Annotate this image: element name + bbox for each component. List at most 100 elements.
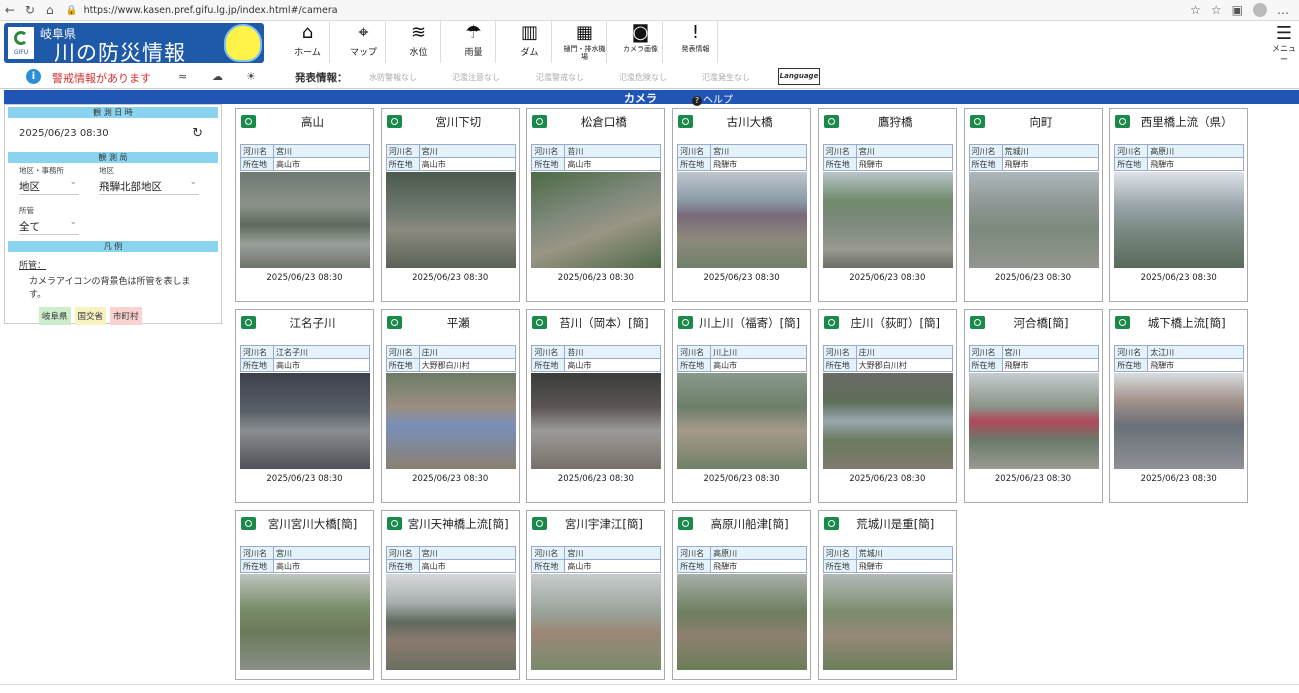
- status-flood-danger: 氾濫危険なし: [619, 73, 667, 82]
- camera-timestamp: 2025/06/23 08:30: [1140, 474, 1217, 484]
- camera-card[interactable]: 平瀬 河川名 庄川 所在地 大野郡白川村 2025/06/23 08:30: [380, 309, 520, 503]
- camera-card[interactable]: 城下橋上流[簡] 河川名 太江川 所在地 飛騨市 2025/06/23 08:30: [1109, 309, 1249, 503]
- nav-water-level[interactable]: ≋ 水位: [397, 21, 441, 63]
- location-label: 所在地: [968, 358, 1003, 372]
- camera-image[interactable]: [968, 172, 1099, 268]
- river-label: 河川名: [240, 546, 274, 560]
- camera-info-table: 河川名 宮川 所在地 飛騨市: [677, 144, 808, 171]
- camera-name: 平瀬: [446, 316, 470, 330]
- area-office-label: 地区・事務所: [19, 166, 64, 175]
- camera-image[interactable]: [677, 373, 808, 469]
- menu-button[interactable]: ☰ メニュー: [1269, 25, 1299, 65]
- camera-image[interactable]: [677, 172, 808, 268]
- refresh-icon[interactable]: ↻: [192, 126, 203, 141]
- camera-card[interactable]: 宮川天神橋上流[簡] 河川名 宮川 所在地 高山市: [380, 510, 520, 680]
- camera-image[interactable]: [385, 172, 516, 268]
- camera-card[interactable]: 河合橋[簡] 河川名 宮川 所在地 飛騨市 2025/06/23 08:30: [963, 309, 1103, 503]
- location-label: 所在地: [822, 358, 857, 372]
- gifu-emblem: GIFU: [8, 27, 34, 59]
- camera-info-table: 河川名 宮川 所在地 高山市: [240, 546, 370, 573]
- jurisdiction-select[interactable]: 全て: [19, 217, 79, 235]
- back-icon[interactable]: ←: [0, 3, 20, 17]
- language-button[interactable]: Language: [778, 68, 820, 85]
- camera-card[interactable]: 鷹狩橋 河川名 宮川 所在地 飛騨市 2025/06/23 08:30: [817, 108, 957, 302]
- river-label: 河川名: [968, 345, 1003, 359]
- nav-announcement[interactable]: ! 発表情報: [674, 21, 718, 63]
- home-browser-icon[interactable]: ⌂: [40, 3, 60, 17]
- camera-info-table: 河川名 苔川 所在地 高山市: [531, 144, 662, 171]
- camera-card[interactable]: 庄川（荻町）[簡] 河川名 庄川 所在地 大野郡白川村 2025/06/23 08:…: [817, 309, 957, 503]
- nav-rain[interactable]: ☂ 雨量: [452, 21, 496, 63]
- area-office-select[interactable]: 地区: [19, 177, 79, 195]
- help-icon: ?: [692, 96, 702, 106]
- legend-item-pref: 岐阜県: [39, 307, 71, 325]
- camera-image[interactable]: [822, 172, 953, 268]
- camera-image[interactable]: [1114, 172, 1245, 268]
- alert-text[interactable]: 警戒情報があります: [52, 70, 151, 86]
- camera-image[interactable]: [240, 373, 370, 469]
- site-logo[interactable]: GIFU 岐阜県 川の防災情報: [4, 23, 264, 63]
- camera-image[interactable]: [240, 172, 370, 268]
- cloud-icon[interactable]: ☁: [212, 70, 223, 83]
- nav-camera[interactable]: ◙ カメラ画像: [619, 21, 663, 63]
- camera-image[interactable]: [240, 574, 370, 670]
- section-bar: カメラ ? ヘルプ: [4, 90, 1299, 106]
- camera-card[interactable]: 苔川（岡本）[簡] 河川名 苔川 所在地 高山市 2025/06/23 08:30: [526, 309, 666, 503]
- camera-image[interactable]: [385, 574, 516, 670]
- district-select[interactable]: 飛騨北部地区: [99, 177, 199, 195]
- camera-card[interactable]: 西里橋上流（県） 河川名 高原川 所在地 飛騨市 2025/06/23 08:30: [1109, 108, 1249, 302]
- location-value: 高山市: [564, 559, 662, 573]
- camera-card[interactable]: 宮川宇津江[簡] 河川名 宮川 所在地 高山市: [526, 510, 666, 680]
- camera-card[interactable]: 松倉口橋 河川名 苔川 所在地 高山市 2025/06/23 08:30: [526, 108, 666, 302]
- camera-card[interactable]: 川上川（福寄）[簡] 河川名 川上川 所在地 高山市 2025/06/23 08:3…: [672, 309, 812, 503]
- more-icon[interactable]: …: [1277, 3, 1289, 17]
- nav-sluice[interactable]: ▦ 樋門・排水機場: [563, 21, 607, 63]
- camera-image[interactable]: [531, 172, 662, 268]
- camera-card[interactable]: 高山 河川名 宮川 所在地 高山市 2025/06/23 08:30: [235, 108, 374, 302]
- nav-dam[interactable]: ▥ ダム: [508, 21, 552, 63]
- camera-card[interactable]: 江名子川 河川名 江名子川 所在地 高山市 2025/06/23 08:30: [235, 309, 374, 503]
- legend-link[interactable]: 所管：: [5, 254, 221, 271]
- nav-home[interactable]: ⌂ ホーム: [286, 21, 330, 63]
- camera-card[interactable]: 宮川下切 河川名 宮川 所在地 高山市 2025/06/23 08:30: [380, 108, 520, 302]
- camera-image[interactable]: [1114, 373, 1245, 469]
- river-label: 河川名: [1114, 144, 1149, 158]
- favorites-icon[interactable]: ☆: [1211, 3, 1222, 17]
- location-value: 高山市: [273, 358, 370, 372]
- camera-icon: [241, 316, 256, 329]
- river-value: 庄川: [418, 345, 516, 359]
- river-label: 河川名: [531, 144, 566, 158]
- camera-image[interactable]: [677, 574, 808, 670]
- location-label: 所在地: [385, 358, 420, 372]
- camera-card[interactable]: 古川大橋 河川名 宮川 所在地 飛騨市 2025/06/23 08:30: [672, 108, 812, 302]
- camera-card-title: 松倉口橋: [527, 109, 664, 135]
- camera-info-table: 河川名 宮川 所在地 高山市: [385, 144, 516, 171]
- camera-name: 松倉口橋: [580, 115, 627, 129]
- profile-avatar[interactable]: [1253, 3, 1268, 17]
- nav-map[interactable]: ⌖ マップ: [342, 21, 386, 63]
- sun-icon[interactable]: ☀: [246, 70, 256, 83]
- legend-note: カメラアイコンの背景色は所管を表します。: [29, 277, 191, 300]
- favorite-star-icon[interactable]: ☆: [1190, 3, 1201, 17]
- camera-image[interactable]: [822, 574, 953, 670]
- camera-info-table: 河川名 高原川 所在地 飛騨市: [1114, 144, 1245, 171]
- camera-info-table: 河川名 宮川 所在地 飛騨市: [822, 144, 953, 171]
- extension-icon[interactable]: ▣: [1232, 3, 1243, 17]
- camera-image[interactable]: [531, 373, 662, 469]
- help-link[interactable]: ? ヘルプ: [692, 91, 733, 106]
- camera-card-title: 高原川船津[簡]: [673, 511, 810, 537]
- camera-name: 苔川（岡本）[簡]: [559, 316, 649, 330]
- river-value: 太江川: [1147, 345, 1245, 359]
- camera-image[interactable]: [385, 373, 516, 469]
- camera-image[interactable]: [968, 373, 1099, 469]
- reload-icon[interactable]: ↻: [20, 3, 40, 17]
- camera-card[interactable]: 宮川宮川大橋[簡] 河川名 宮川 所在地 高山市: [235, 510, 374, 680]
- camera-card[interactable]: 荒城川是重[簡] 河川名 荒城川 所在地 飛騨市: [817, 510, 957, 680]
- camera-card[interactable]: 高原川船津[簡] 河川名 高原川 所在地 飛騨市: [672, 510, 812, 680]
- camera-image[interactable]: [822, 373, 953, 469]
- river-value: 宮川: [855, 144, 953, 158]
- flood-icon[interactable]: ≈: [178, 70, 187, 83]
- camera-card[interactable]: 向町 河川名 荒城川 所在地 飛騨市 2025/06/23 08:30: [963, 108, 1103, 302]
- address-bar[interactable]: 🔒 https://www.kasen.pref.gifu.lg.jp/index…: [66, 2, 1190, 19]
- camera-image[interactable]: [531, 574, 662, 670]
